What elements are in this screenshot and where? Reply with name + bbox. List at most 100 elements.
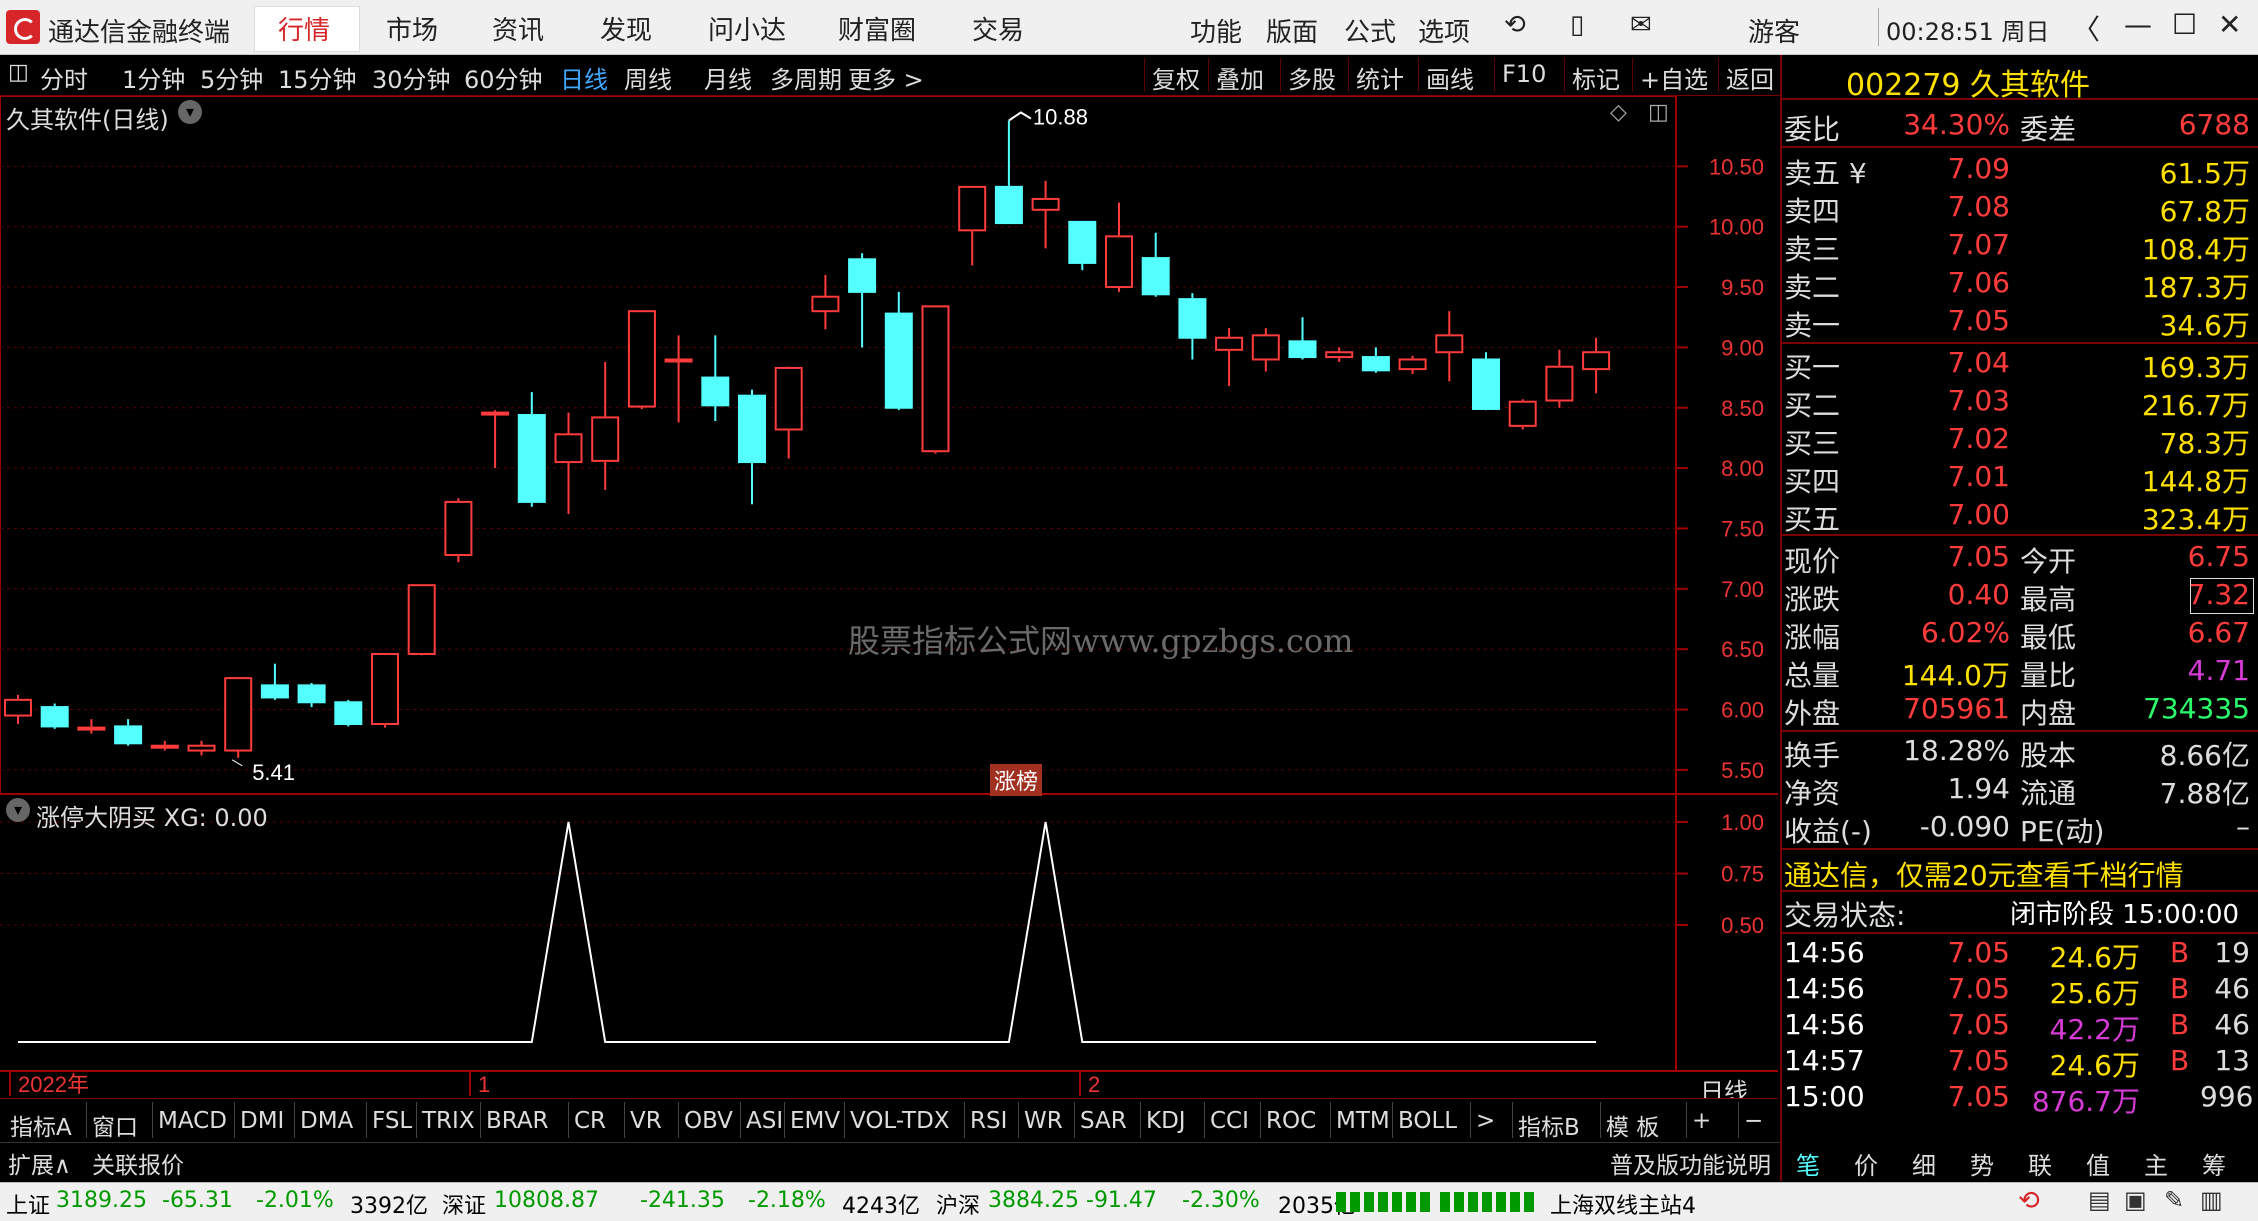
tools-icon[interactable]: ✎ — [2164, 1186, 2184, 1214]
indicator-tab-18[interactable]: CCI — [1210, 1108, 1249, 1134]
indicator-menu-chevron-icon[interactable]: ▾ — [6, 798, 30, 822]
indicator-tab-8[interactable]: CR — [574, 1108, 606, 1134]
side-tab-0[interactable]: 笔 — [1796, 1146, 1820, 1181]
zhangbang-tag[interactable]: 涨榜 — [990, 764, 1043, 796]
candle-body — [1215, 336, 1244, 351]
indicator-tab-13[interactable]: VOL-TDX — [850, 1108, 950, 1134]
side-tab-6[interactable]: 主 — [2144, 1146, 2168, 1181]
tool-tab-7[interactable]: +自选 — [1640, 60, 1708, 95]
help-link[interactable]: 普及版功能说明 — [1610, 1146, 1771, 1180]
indicator-tab-22[interactable]: > — [1476, 1108, 1495, 1134]
tool-tab-2[interactable]: 多股 — [1288, 60, 1336, 95]
side-tab-2[interactable]: 细 — [1912, 1146, 1936, 1181]
menu-banmian[interactable]: 版面 — [1266, 12, 1318, 49]
indicator-tab-26[interactable]: − — [1744, 1108, 1763, 1134]
diamond-icon[interactable]: ◇ — [1610, 100, 1627, 125]
indicator-tab-4[interactable]: DMA — [300, 1108, 353, 1134]
period-tab-8[interactable]: 月线 — [704, 60, 752, 95]
menu-item-shichang[interactable]: 市场 — [386, 10, 438, 47]
menu-item-wenxiaoda[interactable]: 问小达 — [708, 10, 786, 47]
indicator-tab-0[interactable]: 指标A — [10, 1108, 72, 1142]
tool-tab-8[interactable]: 返回 — [1726, 60, 1774, 95]
close-icon[interactable]: ✕ — [2218, 8, 2241, 41]
indicator-tab-14[interactable]: RSI — [970, 1108, 1007, 1134]
status-index-10[interactable]: 沪深 — [936, 1188, 980, 1220]
period-tab-6[interactable]: 日线 — [560, 60, 608, 95]
buy-row-vol: 169.3万 — [2141, 351, 2250, 384]
menu-gongneng[interactable]: 功能 — [1190, 12, 1242, 49]
minimize-icon[interactable]: — — [2124, 8, 2152, 41]
period-tab-9[interactable]: 多周期 — [770, 60, 842, 95]
indicator-tab-12[interactable]: EMV — [790, 1108, 840, 1134]
menu-item-faxian[interactable]: 发现 — [600, 10, 652, 47]
menu-item-caifuquan[interactable]: 财富圈 — [838, 10, 916, 47]
menu-item-hangqing[interactable]: 行情 — [278, 10, 330, 47]
indicator-tab-1[interactable]: 窗口 — [92, 1108, 138, 1142]
menu-gongshi[interactable]: 公式 — [1344, 12, 1396, 49]
chart-menu-chevron-icon[interactable]: ▾ — [178, 100, 202, 124]
side-tab-5[interactable]: 值 — [2086, 1146, 2110, 1181]
status-index-0[interactable]: 上证 — [6, 1188, 50, 1220]
promo-link[interactable]: 通达信，仅需20元查看千档行情 — [1784, 854, 2184, 894]
low-marker-arrow — [231, 759, 243, 767]
period-tab-5[interactable]: 60分钟 — [464, 60, 543, 95]
lock-icon[interactable]: ▣ — [2124, 1186, 2147, 1214]
note-icon[interactable]: ▤ — [2088, 1186, 2111, 1214]
menu-item-jiaoyi[interactable]: 交易 — [972, 10, 1024, 47]
indicator-tab-20[interactable]: MTM — [1336, 1108, 1390, 1134]
indicator-tab-16[interactable]: SAR — [1080, 1108, 1127, 1134]
indicator-tab-2[interactable]: MACD — [158, 1108, 227, 1134]
phone-icon[interactable]: ▯ — [1570, 10, 1584, 40]
expand-button[interactable]: 扩展∧ — [8, 1146, 71, 1180]
indicator-tab-10[interactable]: OBV — [684, 1108, 733, 1134]
tool-tab-3[interactable]: 统计 — [1356, 60, 1404, 95]
indicator-tab-19[interactable]: ROC — [1266, 1108, 1316, 1134]
chart-icon[interactable]: ▥ — [2200, 1186, 2223, 1214]
related-quotes-button[interactable]: 关联报价 — [92, 1146, 184, 1180]
menu-xuanxiang[interactable]: 选项 — [1418, 12, 1470, 49]
side-tab-3[interactable]: 势 — [1970, 1146, 1994, 1181]
indicator-tab-3[interactable]: DMI — [240, 1108, 284, 1134]
candle-body — [1068, 220, 1097, 264]
period-tab-7[interactable]: 周线 — [624, 60, 672, 95]
indicator-tab-7[interactable]: BRAR — [486, 1108, 549, 1134]
indicator-tab-24[interactable]: 模 板 — [1606, 1108, 1659, 1142]
refresh-icon[interactable]: ⟲ — [1504, 10, 1526, 40]
account-label[interactable]: 游客 — [1748, 12, 1800, 49]
indicator-tab-6[interactable]: TRIX — [422, 1108, 475, 1134]
tool-tab-6[interactable]: 标记 — [1572, 60, 1620, 95]
period-tab-1[interactable]: 1分钟 — [122, 60, 185, 95]
period-tab-4[interactable]: 30分钟 — [372, 60, 451, 95]
tool-tab-5[interactable]: F10 — [1502, 60, 1546, 88]
connect-icon[interactable]: ⟲ — [2018, 1186, 2040, 1216]
period-tab-10[interactable]: 更多 > — [848, 60, 924, 95]
status-index-5[interactable]: 深证 — [442, 1188, 486, 1220]
indicator-tab-23[interactable]: 指标B — [1518, 1108, 1580, 1142]
kline-chart[interactable]: 10.5010.009.509.008.508.007.507.006.506.… — [0, 96, 1778, 1096]
layout-icon[interactable]: ◫ — [1648, 100, 1669, 125]
side-tab-7[interactable]: 筹 — [2202, 1146, 2226, 1181]
indicator-tab-15[interactable]: WR — [1024, 1108, 1063, 1134]
sell-row-price: 7.07 — [1947, 228, 2010, 261]
status-index-12: -91.47 — [1086, 1188, 1157, 1213]
tool-tab-0[interactable]: 复权 — [1152, 60, 1200, 95]
indicator-tab-21[interactable]: BOLL — [1398, 1108, 1457, 1134]
indicator-tab-11[interactable]: ASI — [746, 1108, 783, 1134]
indicator-tab-17[interactable]: KDJ — [1146, 1108, 1186, 1134]
period-tab-0[interactable]: 分时 — [40, 60, 88, 95]
side-tab-4[interactable]: 联 — [2028, 1146, 2052, 1181]
back-icon[interactable]: 〈 — [2072, 8, 2100, 48]
mail-icon[interactable]: ✉ — [1630, 10, 1652, 40]
indicator-tab-25[interactable]: + — [1692, 1108, 1711, 1134]
maximize-icon[interactable]: ☐ — [2172, 8, 2197, 41]
tool-tab-4[interactable]: 画线 — [1426, 60, 1474, 95]
server-name[interactable]: 上海双线主站4 — [1550, 1188, 1696, 1220]
tool-tab-1[interactable]: 叠加 — [1216, 60, 1264, 95]
panel-toggle-icon[interactable]: ◫ — [8, 60, 29, 85]
period-tab-2[interactable]: 5分钟 — [200, 60, 263, 95]
indicator-tab-9[interactable]: VR — [630, 1108, 662, 1134]
period-tab-3[interactable]: 15分钟 — [278, 60, 357, 95]
menu-item-zixun[interactable]: 资讯 — [492, 10, 544, 47]
side-tab-1[interactable]: 价 — [1854, 1146, 1878, 1181]
indicator-tab-5[interactable]: FSL — [372, 1108, 412, 1134]
